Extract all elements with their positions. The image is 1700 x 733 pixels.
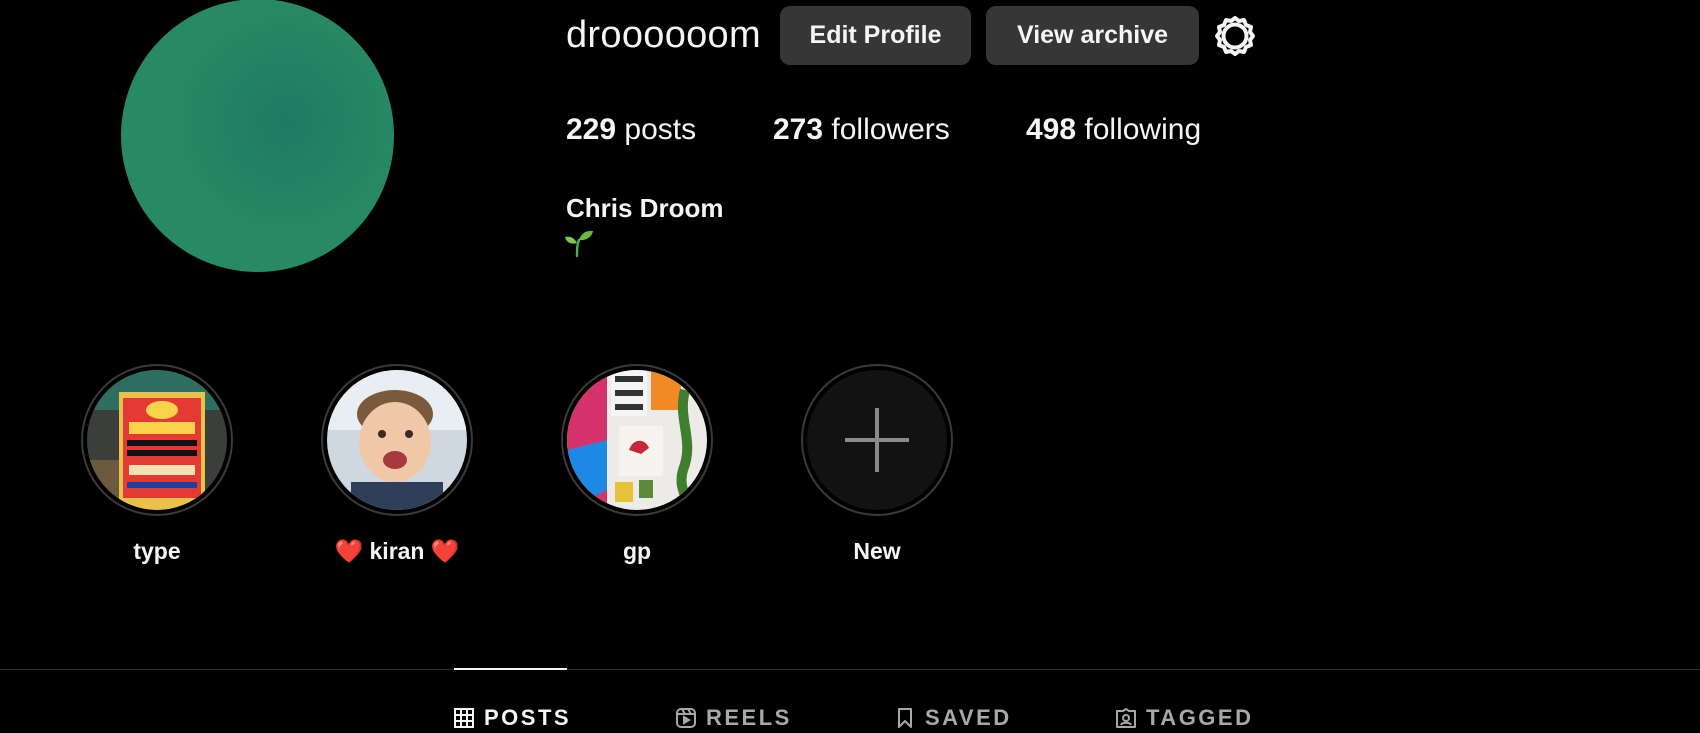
highlight-label: ❤️ kiran ❤️	[334, 538, 460, 564]
colorful-prints-wall-image	[567, 370, 707, 510]
bookmark-icon	[898, 708, 912, 728]
highlight-type[interactable]	[81, 364, 233, 516]
posts-count-label: posts	[616, 113, 697, 146]
new-highlight-button[interactable]	[801, 364, 953, 516]
tagged-icon	[1116, 708, 1136, 728]
highlight-kiran[interactable]	[321, 364, 473, 516]
seedling-icon	[565, 230, 593, 258]
tab-posts[interactable]: POSTS	[454, 703, 571, 733]
following-link[interactable]: 498 following	[1026, 113, 1201, 147]
highlight-label: gp	[622, 538, 652, 564]
tab-reels[interactable]: REELS	[676, 703, 792, 733]
tabs-divider	[0, 669, 1700, 670]
view-archive-button[interactable]: View archive	[986, 6, 1199, 65]
following-count-value: 498	[1026, 113, 1077, 146]
following-count-label: following	[1076, 113, 1202, 146]
cooking-oil-box-image	[87, 370, 227, 510]
profile-full-name: Chris Droom	[566, 193, 724, 223]
tab-saved[interactable]: SAVED	[895, 703, 1012, 733]
grid-icon	[454, 708, 474, 728]
posts-count-value: 229	[566, 113, 617, 146]
profile-username: droooooom	[566, 14, 761, 56]
tab-label: TAGGED	[1146, 705, 1254, 730]
followers-link[interactable]: 273 followers	[773, 113, 950, 147]
highlight-label: type	[133, 538, 181, 564]
active-tab-indicator	[454, 668, 567, 670]
tab-tagged[interactable]: TAGGED	[1116, 703, 1253, 733]
highlight-gp[interactable]	[561, 364, 713, 516]
plus-icon	[807, 370, 947, 510]
tab-label: SAVED	[925, 705, 1012, 730]
gear-icon[interactable]	[1213, 14, 1257, 58]
smiling-baby-image	[327, 370, 467, 510]
edit-profile-button[interactable]: Edit Profile	[780, 6, 971, 65]
tab-label: REELS	[706, 705, 792, 730]
posts-count: 229 posts	[566, 113, 696, 147]
profile-avatar[interactable]	[121, 0, 394, 272]
highlight-label: New	[853, 538, 901, 564]
reels-icon	[676, 708, 696, 728]
followers-count-value: 273	[773, 113, 824, 146]
tab-label: POSTS	[484, 705, 572, 730]
followers-count-label: followers	[823, 113, 950, 146]
